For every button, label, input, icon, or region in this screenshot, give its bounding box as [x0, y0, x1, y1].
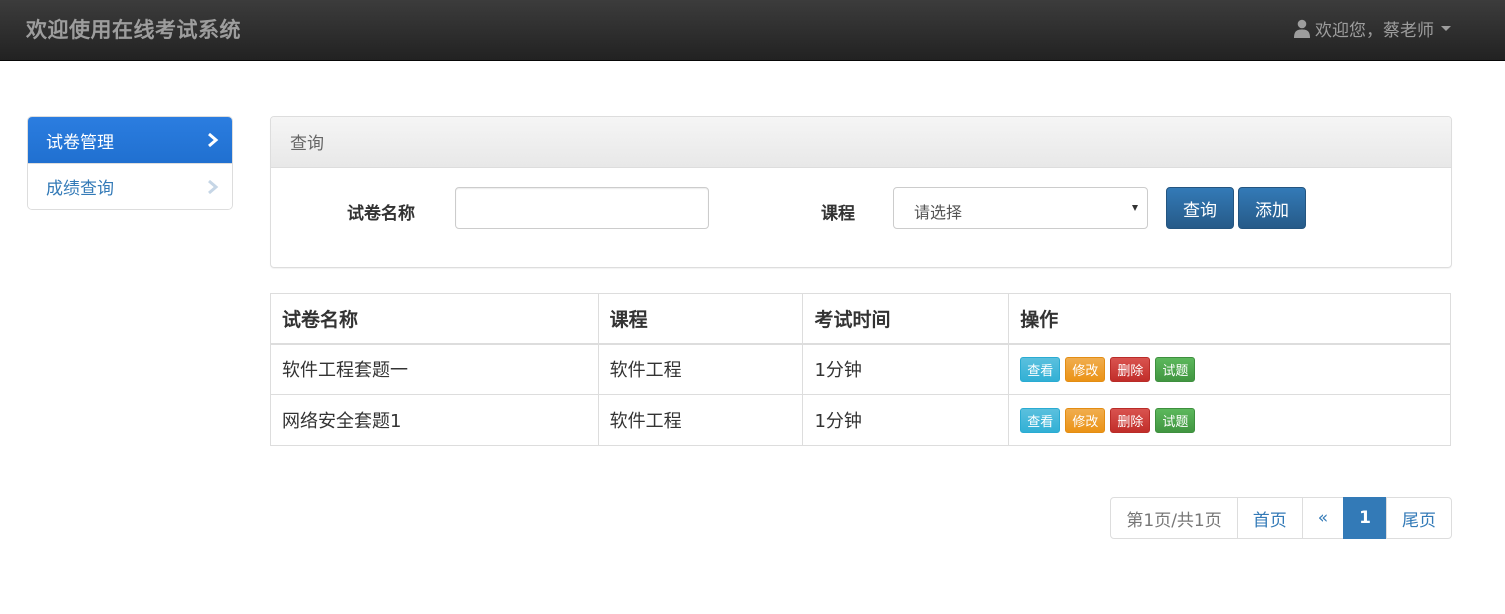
last-page-link[interactable]: 尾页: [1386, 497, 1452, 539]
sidebar-item-label: 试卷管理: [46, 132, 114, 153]
top-navbar: 欢迎使用在线考试系统 欢迎您，蔡老师: [0, 0, 1505, 61]
course-select[interactable]: 请选择: [893, 187, 1148, 229]
questions-button[interactable]: 试题: [1155, 356, 1196, 382]
column-header-actions: 操作: [1008, 293, 1451, 345]
query-form: 试卷名称 课程 请选择 查询 添加: [271, 168, 1451, 267]
app-brand[interactable]: 欢迎使用在线考试系统: [26, 14, 241, 44]
view-button[interactable]: 查看: [1020, 407, 1061, 433]
cell-course: 软件工程: [597, 394, 804, 446]
delete-button[interactable]: 删除: [1110, 407, 1151, 433]
search-button[interactable]: 查询: [1166, 187, 1234, 229]
add-button[interactable]: 添加: [1238, 187, 1306, 229]
sidebar-item-paper-management[interactable]: 试卷管理: [28, 117, 232, 163]
course-label: 课程: [821, 204, 855, 224]
page-info: 第1页/共1页: [1110, 497, 1238, 539]
delete-button[interactable]: 删除: [1110, 356, 1151, 382]
questions-button[interactable]: 试题: [1155, 407, 1196, 433]
table-header-row: 试卷名称 课程 考试时间 操作: [270, 293, 1451, 345]
column-header-course: 课程: [597, 293, 804, 345]
column-header-exam-time: 考试时间: [802, 293, 1010, 345]
panel-heading: 查询: [271, 117, 1451, 168]
view-button[interactable]: 查看: [1020, 356, 1061, 382]
current-page[interactable]: 1: [1343, 497, 1387, 539]
cell-duration: 1分钟: [802, 394, 1010, 446]
sidebar-item-label: 成绩查询: [46, 179, 114, 199]
edit-button[interactable]: 修改: [1065, 356, 1106, 382]
paper-name-label: 试卷名称: [347, 204, 415, 224]
cell-paper-name: 网络安全套题1: [270, 394, 599, 446]
caret-down-icon: [1441, 26, 1451, 31]
pagination: 第1页/共1页 首页 « 1 尾页: [1110, 497, 1452, 539]
column-header-paper-name: 试卷名称: [270, 293, 599, 345]
table-row: 网络安全套题1 软件工程 1分钟 查看 修改 删除 试题: [270, 394, 1451, 446]
edit-button[interactable]: 修改: [1065, 407, 1106, 433]
first-page-link[interactable]: 首页: [1236, 497, 1303, 539]
chevron-right-icon: [208, 179, 219, 194]
cell-duration: 1分钟: [802, 343, 1010, 395]
cell-actions: 查看 修改 删除 试题: [1008, 394, 1451, 446]
user-menu-dropdown[interactable]: 欢迎您，蔡老师: [1293, 16, 1451, 41]
dropdown-arrow-icon: [1132, 205, 1138, 211]
user-greeting: 欢迎您，蔡老师: [1315, 21, 1434, 41]
previous-page-link[interactable]: «: [1301, 497, 1345, 539]
table-row: 软件工程套题一 软件工程 1分钟 查看 修改 删除 试题: [270, 343, 1451, 395]
user-icon: [1294, 19, 1310, 38]
sidebar-nav: 试卷管理 成绩查询: [27, 116, 233, 210]
cell-course: 软件工程: [597, 343, 804, 395]
course-select-value: 请选择: [914, 203, 963, 222]
cell-paper-name: 软件工程套题一: [270, 343, 599, 395]
sidebar-item-score-query[interactable]: 成绩查询: [28, 163, 232, 209]
paper-table: 试卷名称 课程 考试时间 操作 软件工程套题一 软件工程 1分钟 查看 修改 删…: [270, 293, 1451, 446]
chevron-right-icon: [208, 132, 219, 148]
paper-name-input[interactable]: [455, 187, 709, 229]
cell-actions: 查看 修改 删除 试题: [1008, 343, 1451, 395]
query-panel: 查询 试卷名称 课程 请选择 查询 添加: [270, 116, 1452, 268]
